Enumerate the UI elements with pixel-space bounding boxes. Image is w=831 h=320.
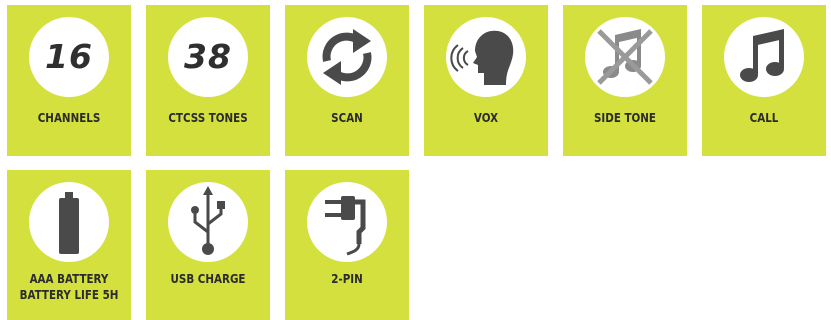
battery-type-label: AAA BATTERY (29, 272, 109, 286)
call-label: CALL (749, 111, 779, 125)
channels-badge: 16 (29, 17, 109, 97)
ctcss-label: CTCSS TONES (168, 111, 248, 125)
feature-tile-side-tone: SIDE TONE (563, 5, 687, 156)
channels-label: CHANNELS (37, 111, 101, 125)
feature-tile-channels: 16 CHANNELS (7, 5, 131, 156)
feature-tile-scan: SCAN (285, 5, 409, 156)
battery-life-label: BATTERY LIFE 5H (19, 288, 119, 302)
vox-badge (446, 17, 526, 97)
usb-charge-label: USB CHARGE (170, 272, 246, 286)
music-note-icon (740, 29, 784, 82)
scan-badge (307, 17, 387, 97)
feature-tile-battery: AAA BATTERY BATTERY LIFE 5H (7, 170, 131, 320)
channels-count: 16 (45, 37, 93, 76)
feature-tile-usb-charge: USB CHARGE (146, 170, 270, 320)
vox-label: VOX (473, 111, 499, 125)
side-tone-label: SIDE TONE (593, 111, 656, 125)
ctcss-badge: 38 (168, 17, 248, 97)
voice-head-icon (450, 30, 514, 85)
muted-note-icon (597, 29, 653, 85)
feature-tile-vox: VOX (424, 5, 548, 156)
usb-icon (191, 186, 225, 255)
side-tone-badge (585, 17, 665, 97)
call-badge (724, 17, 804, 97)
scan-label: SCAN (331, 111, 363, 125)
battery-icon (59, 192, 79, 254)
feature-tile-call: CALL (702, 5, 826, 156)
scan-arrows-icon (322, 29, 372, 85)
usb-badge (168, 182, 248, 262)
feature-tile-ctcss-tones: 38 CTCSS TONES (146, 5, 270, 156)
battery-badge (29, 182, 109, 262)
two-pin-badge (307, 182, 387, 262)
two-pin-plug-icon (325, 196, 366, 256)
feature-tile-2-pin: 2-PIN (285, 170, 409, 320)
two-pin-label: 2-PIN (331, 272, 363, 286)
ctcss-count: 38 (184, 37, 232, 76)
